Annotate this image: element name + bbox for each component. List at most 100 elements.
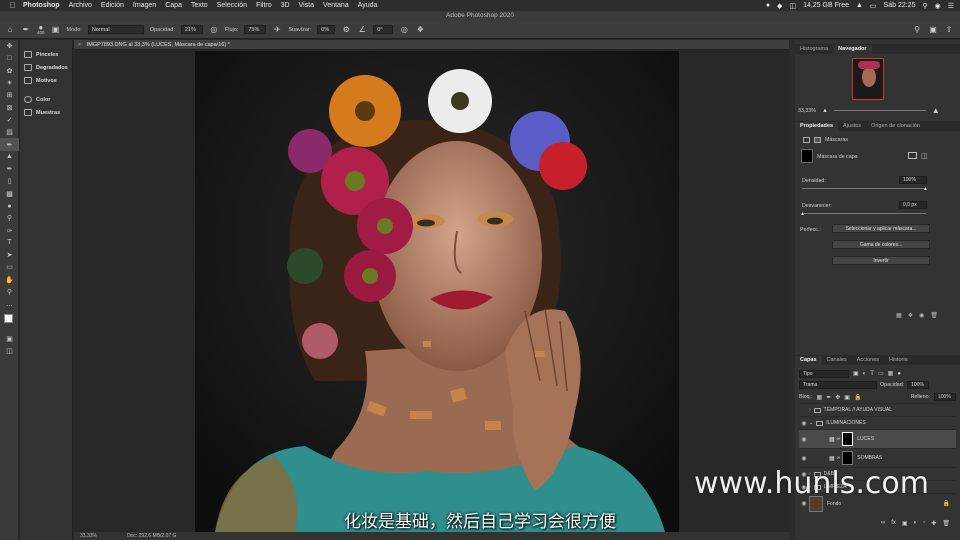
history-brush-tool-icon[interactable]: ✒ xyxy=(0,163,19,175)
hand-tool-icon[interactable]: ✋ xyxy=(0,274,19,286)
flow-field[interactable]: 75% xyxy=(244,25,267,34)
density-slider-handle[interactable]: ▲ xyxy=(923,186,928,192)
eye-icon[interactable]: ◉ xyxy=(799,420,809,427)
blur-tool-icon[interactable]: ● xyxy=(0,200,19,212)
layer-opacity-field[interactable]: 100% xyxy=(907,381,930,389)
quick-mask-icon[interactable]: ▣ xyxy=(0,333,19,345)
menu-texto[interactable]: Texto xyxy=(191,2,208,9)
path-select-tool-icon[interactable]: ➤ xyxy=(0,249,19,261)
color-swatches[interactable] xyxy=(0,311,19,333)
feather-field[interactable]: 0,0 px xyxy=(899,201,927,209)
lock-transparency-icon[interactable]: ▦ xyxy=(817,394,823,401)
storage-icon[interactable]: ◫ xyxy=(789,2,796,10)
pressure-opacity-icon[interactable]: ◎ xyxy=(209,25,219,35)
menu-ventana[interactable]: Ventana xyxy=(323,2,349,9)
canvas-photo[interactable] xyxy=(195,51,679,532)
zoom-tool-icon[interactable]: ⚲ xyxy=(0,286,19,298)
dropbox-icon[interactable]: ◆ xyxy=(777,2,782,10)
tab-adjustments[interactable]: Ajustes xyxy=(838,122,866,131)
menu-imagen[interactable]: Imagen xyxy=(133,2,156,9)
filter-smart-icon[interactable]: ▦ xyxy=(888,370,894,377)
pixel-mask-icon[interactable] xyxy=(803,137,810,143)
navigator-zoom-value[interactable]: 33,33% xyxy=(798,108,816,114)
invert-button[interactable]: Invertir xyxy=(832,256,930,265)
pen-tool-icon[interactable]: ✑ xyxy=(0,224,19,236)
layer-name[interactable]: Fondo xyxy=(827,501,841,507)
status-doc-info[interactable]: Doc: 292,6 MB/2,07 G xyxy=(127,533,176,539)
creative-cloud-icon[interactable]: ● xyxy=(766,2,770,9)
status-zoom[interactable]: 33,33% xyxy=(80,533,97,539)
battery-icon[interactable]: ▭ xyxy=(870,2,877,10)
menu-edicion[interactable]: Edición xyxy=(101,2,124,9)
tab-history[interactable]: Historia xyxy=(884,356,913,365)
filter-toggle-icon[interactable]: ● xyxy=(897,371,901,377)
document-tab[interactable]: × IMGP7893.DNG al 33,3% (LUCES, Máscara … xyxy=(74,40,789,50)
menu-ayuda[interactable]: Ayuda xyxy=(358,2,378,9)
mode-select[interactable]: Normal xyxy=(87,25,144,34)
apply-mask-footer-icon[interactable]: ❖ xyxy=(908,312,913,319)
density-field[interactable]: 100% xyxy=(899,176,927,184)
tab-histogram[interactable]: Histograma xyxy=(795,45,833,54)
layer-filter-select[interactable]: Tipo xyxy=(799,369,849,378)
clock[interactable]: Sáb 22:25 xyxy=(884,2,916,9)
color-range-button[interactable]: Gama de colores... xyxy=(832,240,930,249)
apple-icon[interactable]:  xyxy=(8,1,17,10)
smooth-field[interactable]: 0% xyxy=(317,25,336,34)
chevron-right-icon[interactable]: › xyxy=(809,407,811,413)
gradient-tool-icon[interactable]: ▩ xyxy=(0,188,19,200)
share-icon[interactable]: ⇧ xyxy=(944,25,954,35)
menu-seleccion[interactable]: Selección xyxy=(217,2,247,9)
lasso-tool-icon[interactable]: ✿ xyxy=(0,65,19,77)
brush-tool-icon[interactable]: ✒ xyxy=(21,25,31,35)
pressure-size-icon[interactable]: ◎ xyxy=(399,25,409,35)
layer-row[interactable]: ◉ ⌄ ILUMINACIONES xyxy=(799,416,956,429)
layer-name[interactable]: SOMBRAS xyxy=(857,455,882,461)
menu-vista[interactable]: Vista xyxy=(299,2,314,9)
mask-thumbnail[interactable] xyxy=(801,149,813,163)
delete-mask-icon[interactable]: 🗑 xyxy=(930,312,938,319)
density-slider[interactable] xyxy=(802,188,926,189)
type-tool-icon[interactable]: T xyxy=(0,237,19,249)
layer-name[interactable]: ILUMINACIONES xyxy=(826,420,865,426)
smoothing-settings-icon[interactable]: ⚙ xyxy=(341,25,351,35)
tab-clone-source[interactable]: Origen de clonación xyxy=(866,122,925,131)
close-tab-icon[interactable]: × xyxy=(78,42,81,48)
selection-from-mask-icon[interactable]: ▦ xyxy=(896,312,902,319)
feather-slider[interactable] xyxy=(802,213,926,214)
lock-image-icon[interactable]: ✒ xyxy=(826,394,831,401)
marquee-tool-icon[interactable]: □ xyxy=(0,52,19,64)
menu-3d[interactable]: 3D xyxy=(281,2,290,9)
tab-channels[interactable]: Canales xyxy=(822,356,852,365)
notification-center-icon[interactable]: ☰ xyxy=(948,2,954,10)
foreground-color[interactable] xyxy=(4,313,13,323)
clone-stamp-tool-icon[interactable]: ▲ xyxy=(0,151,19,163)
home-icon[interactable]: ⌂ xyxy=(5,25,15,35)
search-icon[interactable]: ⚲ xyxy=(912,25,922,35)
eraser-tool-icon[interactable]: ▯ xyxy=(0,175,19,187)
eye-icon[interactable]: ◉ xyxy=(799,500,809,507)
visibility-icon[interactable]: ◉ xyxy=(919,312,924,319)
layer-name[interactable]: TEMPORAL // AYUDA VISUAL xyxy=(824,407,892,413)
opacity-field[interactable]: 21% xyxy=(180,25,203,34)
layer-name[interactable]: LUCES xyxy=(857,436,874,442)
layer-row-selected[interactable]: ◉ ▦ ∞ LUCES xyxy=(799,429,956,448)
workspace-icon[interactable]: ▣ xyxy=(928,25,938,35)
airbrush-icon[interactable]: ✈ xyxy=(272,25,282,35)
angle-field[interactable]: 0° xyxy=(373,25,394,34)
eye-icon[interactable]: ◉ xyxy=(799,436,809,443)
zoom-in-icon[interactable]: ▲ xyxy=(932,106,940,115)
layer-mask-thumbnail[interactable] xyxy=(842,451,854,465)
brush-preset-picker[interactable]: ● 400 xyxy=(37,23,45,35)
brush-tool-icon[interactable]: ✒ xyxy=(0,138,19,151)
zoom-out-icon[interactable]: ▲ xyxy=(822,108,828,114)
layer-mask-thumbnail[interactable] xyxy=(842,432,854,446)
filter-adjust-icon[interactable]: ◐ xyxy=(863,371,867,377)
shape-tool-icon[interactable]: ▭ xyxy=(0,261,19,273)
side-item-patterns[interactable]: Motivos xyxy=(20,74,72,87)
eyedropper-tool-icon[interactable]: ✓ xyxy=(0,114,19,126)
eye-icon[interactable]: ◉ xyxy=(799,455,809,462)
side-item-color[interactable]: Color xyxy=(20,93,72,106)
lock-all-icon[interactable]: 🔒 xyxy=(854,394,861,401)
symmetry-icon[interactable]: ❖ xyxy=(415,25,425,35)
filter-pixel-icon[interactable]: ▣ xyxy=(853,370,859,377)
